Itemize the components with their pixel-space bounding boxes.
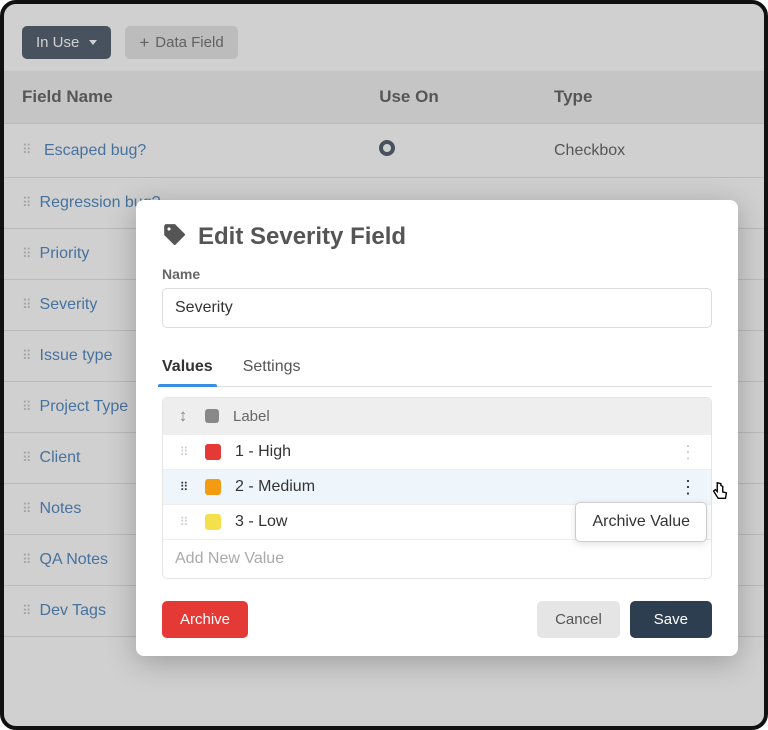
plus-icon: + — [139, 34, 149, 51]
field-link[interactable]: Issue type — [40, 347, 113, 364]
color-swatch — [205, 479, 221, 495]
cancel-button[interactable]: Cancel — [537, 601, 620, 638]
values-list: ↕ Label ⠿ 1 - High ⋮ ⠿ 2 - Medium ⋮ Arch… — [162, 397, 712, 579]
label-column-header: Label — [233, 408, 270, 425]
name-label: Name — [162, 266, 712, 282]
modal-title: Edit Severity Field — [198, 223, 406, 251]
name-input[interactable] — [162, 288, 712, 328]
archive-button[interactable]: Archive — [162, 601, 248, 638]
value-row[interactable]: ⠿ 1 - High ⋮ — [163, 434, 711, 469]
more-icon[interactable]: ⋮ — [679, 449, 699, 455]
drag-handle-icon[interactable]: ⠿ — [22, 200, 30, 206]
field-link[interactable]: Dev Tags — [40, 602, 106, 619]
value-row[interactable]: ⠿ 2 - Medium ⋮ Archive Value — [163, 469, 711, 504]
color-swatch — [205, 444, 221, 460]
field-link[interactable]: Severity — [40, 296, 98, 313]
drag-handle-icon[interactable]: ⠿ — [175, 449, 191, 455]
drag-handle-icon[interactable]: ⠿ — [175, 484, 191, 490]
tag-icon — [162, 222, 188, 252]
add-data-field-label: Data Field — [155, 34, 223, 51]
more-icon[interactable]: ⋮ — [679, 484, 699, 490]
field-link[interactable]: Client — [40, 449, 81, 466]
col-header-type: Type — [536, 71, 764, 124]
save-button[interactable]: Save — [630, 601, 712, 638]
field-link[interactable]: QA Notes — [40, 551, 108, 568]
drag-handle-icon[interactable]: ⠿ — [175, 519, 191, 525]
value-label: 2 - Medium — [235, 478, 315, 496]
select-all-checkbox[interactable] — [205, 409, 219, 423]
cursor-pointer-icon — [709, 480, 731, 502]
drag-handle-icon[interactable]: ⠿ — [22, 302, 30, 308]
drag-handle-icon[interactable]: ⠿ — [22, 608, 30, 614]
filter-in-use-button[interactable]: In Use — [22, 26, 111, 59]
drag-handle-icon[interactable]: ⠿ — [22, 455, 30, 461]
color-swatch — [205, 514, 221, 530]
edit-field-modal: Edit Severity Field Name Values Settings… — [136, 200, 738, 656]
value-label: 1 - High — [235, 443, 291, 461]
drag-handle-icon[interactable]: ⠿ — [22, 557, 30, 563]
field-type: Checkbox — [536, 124, 764, 178]
chevron-down-icon — [89, 40, 97, 45]
filter-label: In Use — [36, 34, 79, 51]
sort-icon[interactable]: ↕ — [175, 406, 191, 426]
value-context-menu: Archive Value — [575, 502, 707, 542]
drag-handle-icon[interactable]: ⠿ — [22, 147, 30, 153]
add-data-field-button[interactable]: + Data Field — [125, 26, 237, 59]
field-link[interactable]: Escaped bug? — [44, 142, 146, 159]
drag-handle-icon[interactable]: ⠿ — [22, 251, 30, 257]
field-link[interactable]: Priority — [40, 245, 90, 262]
table-row[interactable]: ⠿ Escaped bug? Checkbox — [4, 124, 764, 178]
use-on-icon — [379, 140, 395, 156]
archive-value-option[interactable]: Archive Value — [592, 513, 690, 531]
value-label: 3 - Low — [235, 513, 287, 531]
drag-handle-icon[interactable]: ⠿ — [22, 404, 30, 410]
col-header-use: Use On — [361, 71, 536, 124]
col-header-name: Field Name — [4, 71, 361, 124]
tab-values[interactable]: Values — [162, 348, 213, 386]
drag-handle-icon[interactable]: ⠿ — [22, 353, 30, 359]
field-link[interactable]: Project Type — [40, 398, 129, 415]
add-value-input[interactable]: Add New Value — [163, 539, 711, 578]
field-link[interactable]: Notes — [40, 500, 82, 517]
drag-handle-icon[interactable]: ⠿ — [22, 506, 30, 512]
tab-settings[interactable]: Settings — [243, 348, 301, 386]
